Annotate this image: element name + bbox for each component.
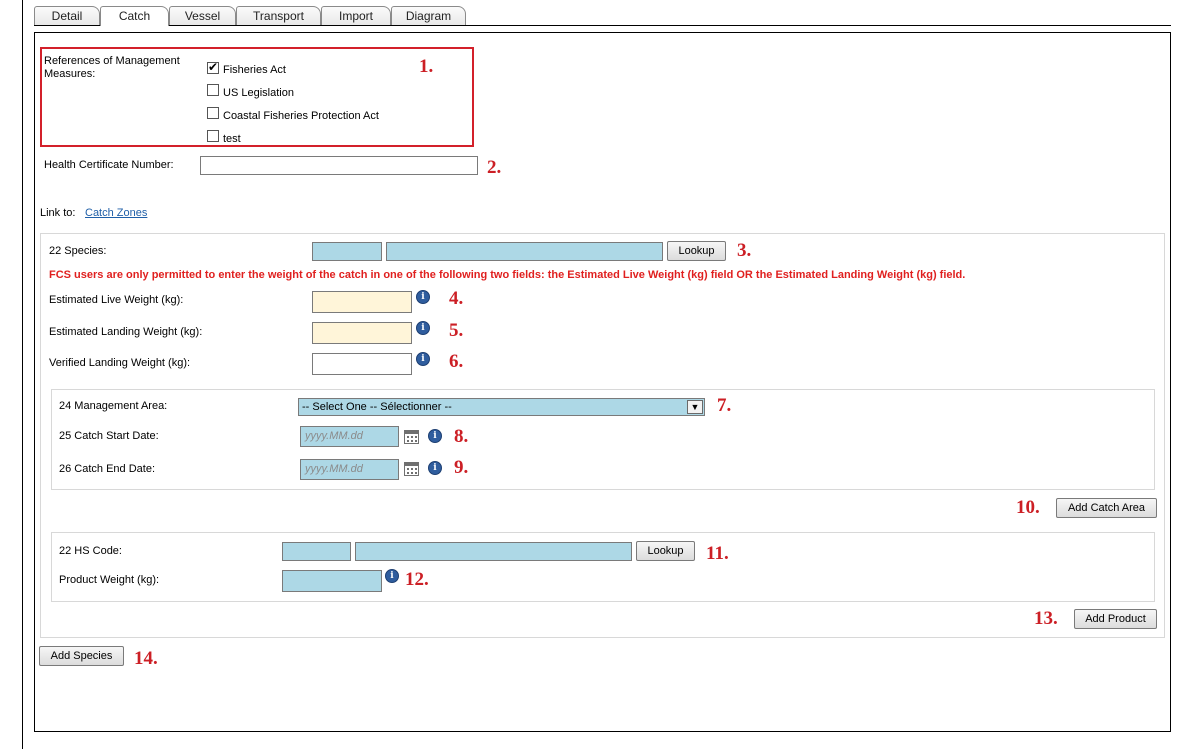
- checkbox-fisheries-act[interactable]: [207, 60, 219, 74]
- marker-7: 7.: [717, 395, 732, 416]
- health-cert-input[interactable]: [200, 156, 478, 175]
- catch-start-label: 25 Catch Start Date:: [59, 430, 159, 442]
- marker-11: 11.: [706, 543, 729, 564]
- catch-start-input[interactable]: yyyy.MM.dd: [300, 426, 399, 447]
- info-icon[interactable]: i: [428, 429, 442, 443]
- info-icon[interactable]: i: [416, 290, 430, 304]
- management-area-select[interactable]: -- Select One -- Sélectionner -- ▼: [298, 398, 705, 416]
- marker-4: 4.: [449, 288, 464, 309]
- marker-6: 6.: [449, 351, 464, 372]
- species-code-input[interactable]: [312, 242, 382, 261]
- marker-3: 3.: [737, 240, 752, 261]
- checkbox-label: Coastal Fisheries Protection Act: [223, 110, 379, 122]
- management-label: References of Management Measures:: [44, 55, 180, 80]
- est-landing-weight-input[interactable]: [312, 322, 412, 344]
- tab-detail[interactable]: Detail: [34, 6, 100, 25]
- est-landing-weight-label: Estimated Landing Weight (kg):: [49, 326, 203, 338]
- calendar-icon[interactable]: [404, 462, 419, 476]
- tab-diagram[interactable]: Diagram: [391, 6, 466, 25]
- link-to-label: Link to:: [40, 207, 76, 219]
- est-live-weight-label: Estimated Live Weight (kg):: [49, 294, 184, 306]
- management-area-label: 24 Management Area:: [59, 400, 168, 412]
- info-icon[interactable]: i: [428, 461, 442, 475]
- calendar-icon[interactable]: [404, 430, 419, 444]
- info-icon[interactable]: i: [385, 569, 399, 583]
- product-weight-label: Product Weight (kg):: [59, 574, 160, 586]
- hs-lookup-button[interactable]: Lookup: [636, 541, 695, 561]
- checkbox-label: US Legislation: [223, 87, 294, 99]
- chevron-down-icon[interactable]: ▼: [687, 400, 703, 414]
- marker-1: 1.: [419, 56, 434, 77]
- species-name-input[interactable]: [386, 242, 663, 261]
- tab-catch[interactable]: Catch: [100, 6, 169, 26]
- est-live-weight-input[interactable]: [312, 291, 412, 313]
- marker-13: 13.: [1034, 608, 1058, 629]
- verified-weight-input[interactable]: [312, 353, 412, 375]
- hs-name-input[interactable]: [355, 542, 632, 561]
- add-product-button[interactable]: Add Product: [1074, 609, 1157, 629]
- checkbox-test[interactable]: [207, 130, 219, 142]
- info-icon[interactable]: i: [416, 352, 430, 366]
- checkbox-label: Fisheries Act: [223, 64, 286, 76]
- marker-12: 12.: [405, 569, 429, 590]
- left-border: [22, 0, 23, 749]
- species-lookup-button[interactable]: Lookup: [667, 241, 726, 261]
- fcs-warning: FCS users are only permitted to enter th…: [49, 269, 966, 281]
- tab-vessel[interactable]: Vessel: [169, 6, 236, 25]
- marker-10: 10.: [1016, 497, 1040, 518]
- catch-end-label: 26 Catch End Date:: [59, 463, 156, 475]
- verified-weight-label: Verified Landing Weight (kg):: [49, 357, 191, 369]
- tab-import[interactable]: Import: [321, 6, 391, 25]
- health-cert-label: Health Certificate Number:: [44, 159, 174, 171]
- catch-zones-link[interactable]: Catch Zones: [85, 207, 147, 219]
- add-species-button[interactable]: Add Species: [39, 646, 124, 666]
- marker-5: 5.: [449, 320, 464, 341]
- marker-2: 2.: [487, 157, 502, 178]
- tab-strip-baseline: [34, 25, 1171, 26]
- hs-code-label: 22 HS Code:: [59, 545, 122, 557]
- marker-8: 8.: [454, 426, 469, 447]
- catch-end-input[interactable]: yyyy.MM.dd: [300, 459, 399, 480]
- info-icon[interactable]: i: [416, 321, 430, 335]
- hs-code-input[interactable]: [282, 542, 351, 561]
- management-area-selected: -- Select One -- Sélectionner --: [302, 401, 452, 413]
- marker-9: 9.: [454, 457, 469, 478]
- checkbox-us-legislation[interactable]: [207, 84, 219, 96]
- product-weight-input[interactable]: [282, 570, 382, 592]
- checkbox-label: test: [223, 133, 241, 145]
- add-catch-area-button[interactable]: Add Catch Area: [1056, 498, 1157, 518]
- tab-transport[interactable]: Transport: [236, 6, 321, 25]
- marker-14: 14.: [134, 648, 158, 669]
- species-label: 22 Species:: [49, 245, 107, 257]
- checkbox-coastal-fisheries[interactable]: [207, 107, 219, 119]
